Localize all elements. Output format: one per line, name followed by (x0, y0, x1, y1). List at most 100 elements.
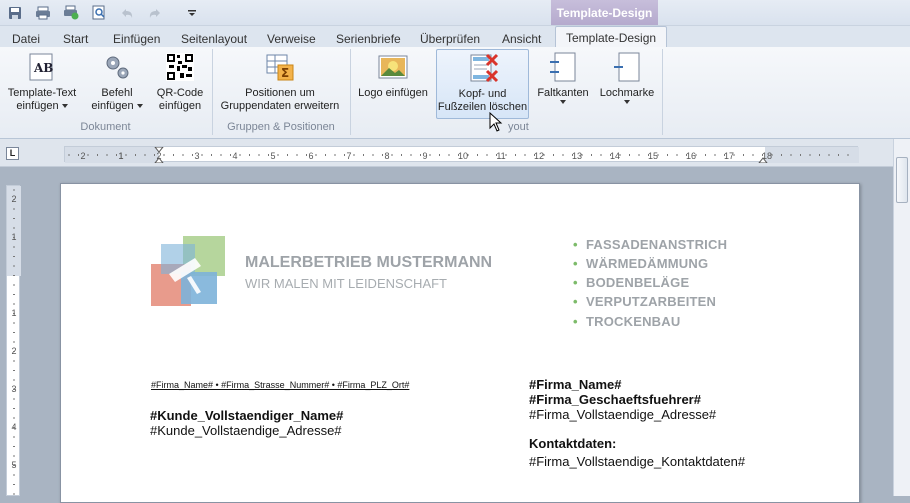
ruler-number: 12 (534, 151, 544, 161)
kopf-fusszeilen-loeschen-button[interactable]: Kopf- und Fußzeilen löschen (436, 49, 529, 119)
vertical-ruler[interactable]: 2112345 (6, 185, 21, 496)
service-item: WÄRMEDÄMMUNG (573, 256, 708, 271)
template-text-label2: einfügen (16, 100, 59, 112)
redo-icon[interactable] (146, 4, 164, 22)
tab-seitenlayout[interactable]: Seitenlayout (181, 29, 247, 48)
faltkanten-label: Faltkanten (537, 87, 589, 99)
group-label-gruppen: Gruppen & Positionen (227, 121, 335, 133)
tab-ueberpruefen[interactable]: Überprüfen (420, 29, 480, 48)
qr-code-label1: QR-Code (156, 87, 204, 99)
fold-marks-icon (547, 51, 579, 83)
table-sum-icon: Σ (264, 51, 296, 83)
ruler-number: 14 (610, 151, 620, 161)
ruler-number: 9 (422, 151, 427, 161)
positionen-label2: Gruppendaten erweitern (220, 100, 340, 112)
ruler-margin (765, 147, 859, 163)
logo-einfuegen-label: Logo einfügen (358, 87, 428, 99)
ruler-number: 8 (384, 151, 389, 161)
document-page[interactable]: MALERBETRIEB MUSTERMANN WIR MALEN MIT LE… (60, 183, 860, 503)
befehl-label1: Befehl (101, 87, 133, 99)
tab-verweise[interactable]: Verweise (267, 29, 316, 48)
firma-address: #Firma_Vollstaendige_Adresse# (529, 407, 717, 422)
ruler-number: 17 (724, 151, 734, 161)
dropdown-caret-icon (136, 104, 143, 109)
delete-header-footer-icon (467, 52, 499, 84)
customize-icon[interactable] (183, 4, 201, 22)
recipient-name: #Kunde_Vollstaendiger_Name# (150, 408, 344, 423)
ruler-number: 1 (118, 151, 123, 161)
template-text-label1: Template-Text (7, 87, 77, 99)
context-tab-header: Template-Design (551, 0, 658, 25)
lochmarke-label: Lochmarke (599, 87, 655, 99)
ruler-number: 11 (496, 151, 505, 161)
ruler-number: 15 (648, 151, 658, 161)
vertical-scrollbar[interactable] (893, 139, 910, 496)
group-separator (350, 49, 351, 135)
ruler-number: 2 (80, 151, 85, 161)
company-slogan: WIR MALEN MIT LEIDENSCHAFT (245, 276, 448, 291)
dropdown-caret-icon (624, 100, 630, 104)
positionen-label1: Positionen um (245, 87, 315, 99)
service-item: VERPUTZARBEITEN (573, 294, 716, 309)
ribbon-tabs: Datei Start Einfügen Seitenlayout Verwei… (0, 26, 910, 49)
befehl-button[interactable]: Befehl einfügen (86, 49, 148, 119)
company-name: MALERBETRIEB MUSTERMANN (245, 254, 493, 271)
contact-data: #Firma_Vollstaendige_Kontaktdaten# (529, 454, 746, 469)
service-item: FASSADENANSTRICH (573, 237, 727, 252)
ab-text-icon: AB (26, 51, 58, 83)
tab-einfuegen[interactable]: Einfügen (113, 29, 160, 48)
ruler-number: 16 (686, 151, 696, 161)
ruler-number: 5 (270, 151, 275, 161)
ribbon: AB Template-Text einfügen Befehl einfüge… (0, 47, 910, 139)
svg-text:Σ: Σ (281, 66, 289, 80)
lochmarke-button[interactable]: Lochmarke (597, 49, 657, 119)
tab-stop-selector[interactable]: L (6, 147, 19, 160)
faltkanten-button[interactable]: Faltkanten (534, 49, 592, 119)
ruler-number: 7 (346, 151, 351, 161)
befehl-label2: einfügen (91, 100, 134, 112)
save-icon[interactable] (6, 4, 24, 22)
service-item: BODENBELÄGE (573, 275, 689, 290)
tab-datei[interactable]: Datei (12, 29, 40, 48)
horizontal-ruler[interactable]: 2 1 1 2 3 4 5 6 7 8 9 10 11 12 13 14 15 16 17 18 (64, 146, 859, 164)
qr-code-button[interactable]: QR-Code einfügen (152, 49, 208, 119)
contact-label: Kontaktdaten: (529, 436, 617, 451)
kopf-fusszeilen-label2: Fußzeilen löschen (437, 101, 528, 113)
print-preview-icon[interactable] (62, 4, 80, 22)
positionen-erweitern-button[interactable]: Σ Positionen um Gruppendaten erweitern (217, 49, 343, 119)
scrollbar-thumb[interactable] (896, 157, 908, 203)
tab-start[interactable]: Start (63, 29, 88, 48)
ruler-number: 3 (194, 151, 199, 161)
qr-code-icon (164, 51, 196, 83)
print-icon[interactable] (34, 4, 52, 22)
dropdown-caret-icon (560, 100, 566, 104)
tab-serienbriefe[interactable]: Serienbriefe (336, 29, 401, 48)
punch-mark-icon (611, 51, 643, 83)
quick-access-toolbar (0, 0, 910, 26)
gears-icon (101, 51, 133, 83)
tab-ansicht[interactable]: Ansicht (502, 29, 541, 48)
firma-name: #Firma_Name# (529, 377, 622, 392)
image-icon (377, 51, 409, 83)
qr-code-label2: einfügen (158, 100, 202, 112)
group-separator (662, 49, 663, 135)
firma-geschaeftsfuehrer: #Firma_Geschaeftsfuehrer# (529, 392, 701, 407)
undo-icon[interactable] (118, 4, 136, 22)
sender-line: #Firma_Name# • #Firma_Strasse_Nummer# • … (151, 380, 410, 390)
template-text-button[interactable]: AB Template-Text einfügen (4, 49, 80, 119)
mouse-cursor-icon (489, 112, 503, 132)
tab-template-design[interactable]: Template-Design (555, 26, 668, 49)
zoom-icon[interactable] (90, 4, 108, 22)
recipient-address: #Kunde_Vollstaendige_Adresse# (150, 423, 342, 438)
ruler-number: 6 (308, 151, 313, 161)
group-label-layout: yout (508, 121, 529, 133)
company-logo-icon (151, 236, 225, 306)
service-item: TROCKENBAU (573, 314, 680, 329)
dropdown-caret-icon (61, 104, 68, 109)
ruler-number: 4 (232, 151, 237, 161)
ruler-number: 10 (458, 151, 468, 161)
group-label-dokument: Dokument (80, 121, 131, 133)
logo-einfuegen-button[interactable]: Logo einfügen (355, 49, 431, 119)
kopf-fusszeilen-label1: Kopf- und (458, 88, 507, 100)
svg-text:AB: AB (33, 61, 53, 75)
